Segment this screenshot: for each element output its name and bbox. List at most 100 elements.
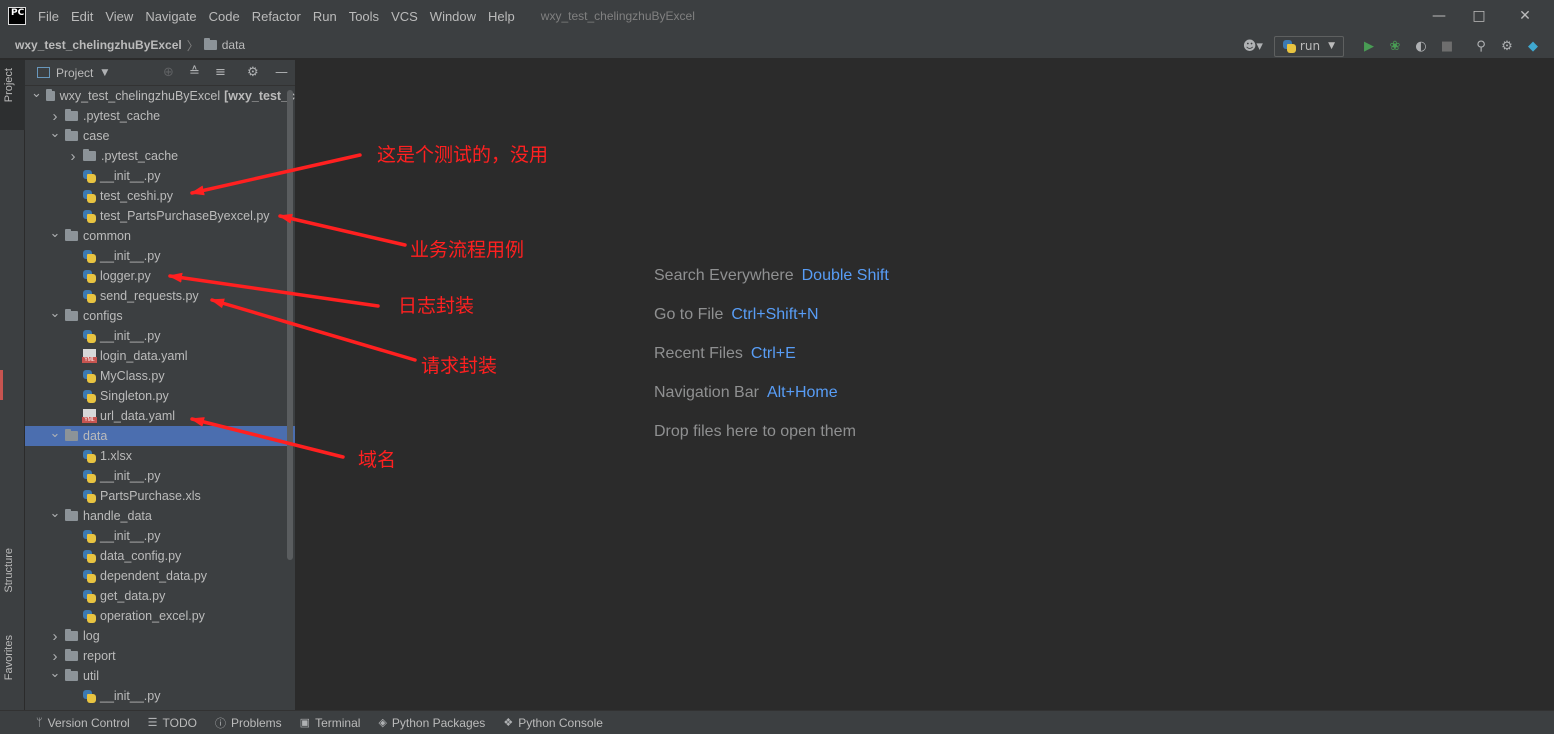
bottom-tab-python-packages[interactable]: ◈ Python Packages — [378, 716, 485, 730]
chevron-down-icon[interactable]: ⌄ — [49, 665, 61, 681]
tree-node-label: __init__.py — [100, 329, 161, 343]
tree-folder-node[interactable]: ⌄ configs — [25, 305, 295, 326]
bottom-tab-todo[interactable]: ☰ TODO — [148, 716, 197, 730]
tree-file-node[interactable]: test_PartsPurchaseByexcel.py — [25, 206, 295, 226]
tree-file-node[interactable]: __init__.py — [25, 526, 295, 546]
tree-file-node[interactable]: MyClass.py — [25, 366, 295, 386]
menu-bar: File Edit View Navigate Code Refactor Run Tools… — [38, 9, 527, 24]
tree-file-node[interactable]: test_ceshi.py — [25, 186, 295, 206]
favorites-tool-tab[interactable]: Favorites — [3, 635, 15, 680]
hint-shortcut[interactable]: Ctrl+E — [751, 345, 796, 362]
hint-shortcut[interactable]: Alt+Home — [767, 384, 838, 401]
menu-help[interactable]: Help — [488, 9, 515, 24]
chevron-down-icon[interactable]: ⌄ — [49, 225, 61, 241]
bottom-tab-terminal[interactable]: ▣ Terminal — [300, 716, 361, 730]
menu-navigate[interactable]: Navigate — [145, 9, 196, 24]
window-title: wxy_test_chelingzhuByExcel — [540, 9, 695, 23]
menu-edit[interactable]: Edit — [71, 9, 93, 24]
search-icon[interactable]: ⚲ — [1470, 35, 1492, 57]
hint-drop-files: Drop files here to open them — [654, 423, 856, 441]
stop-icon[interactable]: ■ — [1436, 35, 1458, 57]
maximize-icon[interactable]: □ — [1456, 0, 1502, 32]
tree-file-node[interactable]: get_data.py — [25, 586, 295, 606]
user-icon[interactable]: ☻▾ — [1242, 35, 1264, 57]
python-file-icon — [83, 329, 96, 343]
tree-file-node[interactable]: __init__.py — [25, 466, 295, 486]
tree-folder-node[interactable]: ⌄ util — [25, 665, 295, 686]
project-panel-title[interactable]: Project — [56, 66, 93, 80]
python-file-icon — [83, 189, 96, 203]
locate-file-icon[interactable]: ⊕ — [163, 65, 174, 80]
menu-file[interactable]: File — [38, 9, 59, 24]
tree-file-node[interactable]: Singleton.py — [25, 386, 295, 406]
run-icon[interactable]: ▶ — [1358, 35, 1380, 57]
tree-file-node[interactable]: login_data.yaml — [25, 346, 295, 366]
project-tool-tab[interactable]: Project — [3, 68, 15, 102]
coverage-icon[interactable]: ◐ — [1410, 35, 1432, 57]
bottom-tab-problems[interactable]: ⓘ Problems — [215, 715, 282, 731]
run-configuration-selector[interactable]: run ▼ — [1273, 35, 1344, 57]
folder-icon — [65, 509, 78, 521]
breadcrumb-project[interactable]: wxy_test_chelingzhuByExcel — [15, 38, 182, 52]
chevron-down-icon[interactable]: ▼ — [101, 68, 108, 78]
menu-refactor[interactable]: Refactor — [252, 9, 301, 24]
menu-run[interactable]: Run — [313, 9, 337, 24]
tree-folder-node[interactable]: › .pytest_cache — [25, 106, 295, 126]
menu-code[interactable]: Code — [209, 9, 240, 24]
chevron-down-icon[interactable]: ⌄ — [31, 85, 42, 101]
package-icon: ◈ — [378, 717, 387, 729]
tree-node-label: log — [83, 629, 100, 643]
tree-file-node[interactable]: __init__.py — [25, 686, 295, 706]
debug-icon[interactable]: ❀ — [1384, 35, 1406, 57]
bottom-tab-label: Python Packages — [391, 715, 486, 730]
chevron-right-icon[interactable]: › — [49, 108, 61, 125]
menu-view[interactable]: View — [105, 9, 133, 24]
structure-tool-tab[interactable]: Structure — [3, 548, 15, 593]
close-icon[interactable]: ✕ — [1502, 0, 1548, 32]
tree-file-node[interactable]: url_data.yaml — [25, 406, 295, 426]
gear-icon[interactable]: ⚙ — [1496, 35, 1518, 57]
tree-folder-node[interactable]: › .pytest_cache — [25, 146, 295, 166]
hint-shortcut[interactable]: Double Shift — [802, 267, 889, 284]
chevron-down-icon[interactable]: ⌄ — [49, 505, 61, 521]
tree-folder-node[interactable]: ⌄ wxy_test_chelingzhuByExcel [wxy_test_c — [25, 85, 295, 106]
bottom-tab-python-console[interactable]: ❖ Python Console — [503, 716, 603, 730]
chevron-down-icon[interactable]: ⌄ — [49, 425, 61, 441]
project-tab-active[interactable]: Project — [0, 60, 25, 130]
tree-folder-node[interactable]: › log — [25, 626, 295, 646]
gear-icon[interactable]: ⚙ — [247, 65, 259, 80]
tree-folder-node[interactable]: ⌄ case — [25, 125, 295, 146]
hide-panel-icon[interactable]: — — [275, 65, 288, 80]
python-file-icon — [83, 369, 96, 383]
menu-window[interactable]: Window — [430, 9, 476, 24]
tree-file-node[interactable]: send_requests.py — [25, 286, 295, 306]
tree-file-node[interactable]: PartsPurchase.xls — [25, 486, 295, 506]
menu-tools[interactable]: Tools — [349, 9, 379, 24]
collapse-all-icon[interactable]: ≡ — [215, 65, 226, 80]
tree-file-node[interactable]: __init__.py — [25, 166, 295, 186]
tree-file-node[interactable]: 1.xlsx — [25, 446, 295, 466]
chevron-right-icon[interactable]: › — [49, 648, 61, 665]
hint-shortcut[interactable]: Ctrl+Shift+N — [731, 306, 818, 323]
expand-all-icon[interactable]: ≙ — [189, 65, 200, 80]
tree-folder-node[interactable]: ⌄ data — [25, 425, 295, 446]
tree-file-node[interactable]: __init__.py — [25, 326, 295, 346]
tree-folder-node[interactable]: › report — [25, 646, 295, 666]
bottom-tab-version-control[interactable]: ᛘ Version Control — [36, 716, 130, 730]
tree-folder-node[interactable]: ⌄ handle_data — [25, 505, 295, 526]
tree-file-node[interactable]: dependent_data.py — [25, 566, 295, 586]
menu-vcs[interactable]: VCS — [391, 9, 418, 24]
tree-file-node[interactable]: logger.py — [25, 266, 295, 286]
chevron-down-icon[interactable]: ⌄ — [49, 125, 61, 141]
chevron-down-icon[interactable]: ⌄ — [49, 305, 61, 321]
tree-file-node[interactable]: data_config.py — [25, 546, 295, 566]
tree-file-node[interactable]: __init__.py — [25, 246, 295, 266]
tree-folder-node[interactable]: ⌄ common — [25, 225, 295, 246]
project-tree: ⌄ wxy_test_chelingzhuByExcel [wxy_test_c ›.… — [25, 85, 295, 706]
chevron-right-icon[interactable]: › — [49, 628, 61, 645]
jetbrains-toolbox-icon[interactable]: ◆ — [1522, 35, 1544, 57]
tree-scrollbar[interactable] — [287, 90, 293, 560]
chevron-right-icon[interactable]: › — [67, 148, 79, 165]
tree-file-node[interactable]: operation_excel.py — [25, 606, 295, 626]
breadcrumb-data[interactable]: data — [222, 38, 245, 52]
